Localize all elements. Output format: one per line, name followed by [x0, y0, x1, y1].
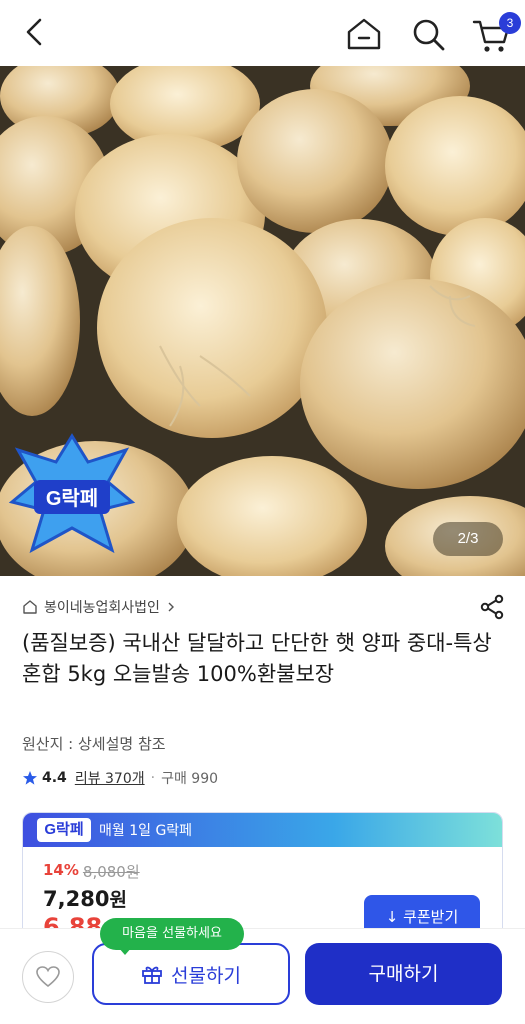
star-icon: [23, 771, 37, 785]
gift-icon: [142, 966, 162, 984]
original-price: 8,080원: [82, 863, 140, 881]
sale-price-unit: 원: [109, 889, 127, 911]
deal-banner: G락페 매월 1일 G락페: [23, 813, 502, 847]
store-home-icon: [23, 600, 37, 614]
seller-name: 봉이네농업회사법인: [44, 600, 160, 616]
product-origin: 원산지 : 상세설명 참조: [22, 735, 166, 753]
top-bar: 3: [0, 0, 525, 66]
rating-score: 4.4: [42, 770, 67, 786]
image-page-indicator: 2/3: [433, 522, 503, 556]
separator-dot: ·: [150, 770, 156, 786]
bottom-action-bar: 선물하기 구매하기: [0, 928, 525, 1024]
coupon-button-label: 쿠폰받기: [403, 908, 459, 926]
share-icon[interactable]: [479, 594, 505, 620]
purchase-count: 구매 990: [161, 771, 219, 787]
discount-row: 14% 8,080원: [43, 861, 140, 882]
heart-icon: [36, 966, 60, 988]
search-icon[interactable]: [408, 14, 448, 54]
glak-badge-text: G락페: [46, 487, 98, 510]
reviews-link[interactable]: 리뷰 370개: [75, 768, 145, 788]
sale-price-value: 7,280: [43, 887, 110, 911]
gift-button-label: 선물하기: [171, 964, 241, 987]
gift-tooltip: 마음을 선물하세요: [100, 918, 244, 950]
seller-link[interactable]: 봉이네농업회사법인: [22, 596, 176, 618]
chevron-left-icon[interactable]: [18, 14, 54, 50]
glak-fest-badge: G락페: [8, 433, 136, 554]
chevron-right-icon: [168, 602, 174, 612]
gift-tooltip-tail: [118, 947, 132, 955]
download-icon: ↓: [385, 908, 404, 926]
rating-row: 4.4 리뷰 370개 · 구매 990: [22, 768, 218, 788]
product-image[interactable]: G락페 2/3: [0, 66, 525, 576]
glak-fest-logo: G락페: [37, 818, 91, 842]
sale-price: 7,280원: [43, 885, 127, 912]
deal-banner-text: 매월 1일 G락페: [99, 823, 193, 839]
discount-percent: 14%: [43, 861, 79, 879]
buy-button[interactable]: 구매하기: [305, 943, 502, 1005]
home-icon[interactable]: [344, 14, 384, 54]
cart-count-badge: 3: [499, 12, 521, 34]
product-title: (품질보증) 국내산 달달하고 단단한 햇 양파 중대-특상 혼합 5kg 오늘…: [22, 631, 492, 686]
wishlist-button[interactable]: [22, 951, 74, 1003]
